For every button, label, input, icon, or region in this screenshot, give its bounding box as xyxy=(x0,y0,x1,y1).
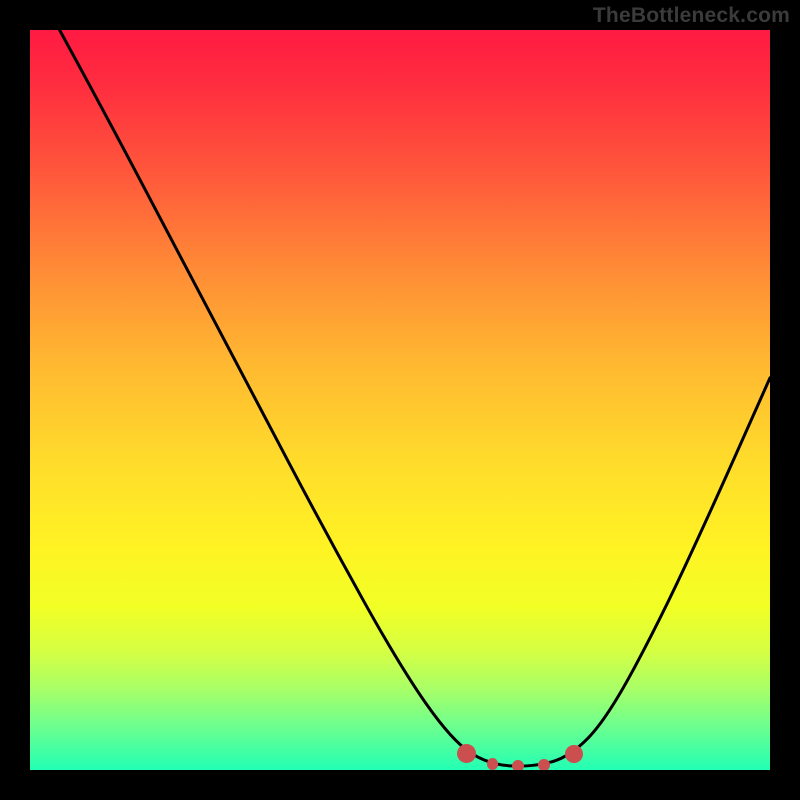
range-right-cap xyxy=(565,745,583,763)
curve-layer xyxy=(30,30,770,770)
plot-area xyxy=(30,30,770,770)
range-dot-2 xyxy=(512,760,524,770)
watermark-text: TheBottleneck.com xyxy=(593,4,790,28)
range-dot-3 xyxy=(538,759,550,770)
bottleneck-curve xyxy=(60,30,770,766)
chart-frame: TheBottleneck.com xyxy=(0,0,800,800)
